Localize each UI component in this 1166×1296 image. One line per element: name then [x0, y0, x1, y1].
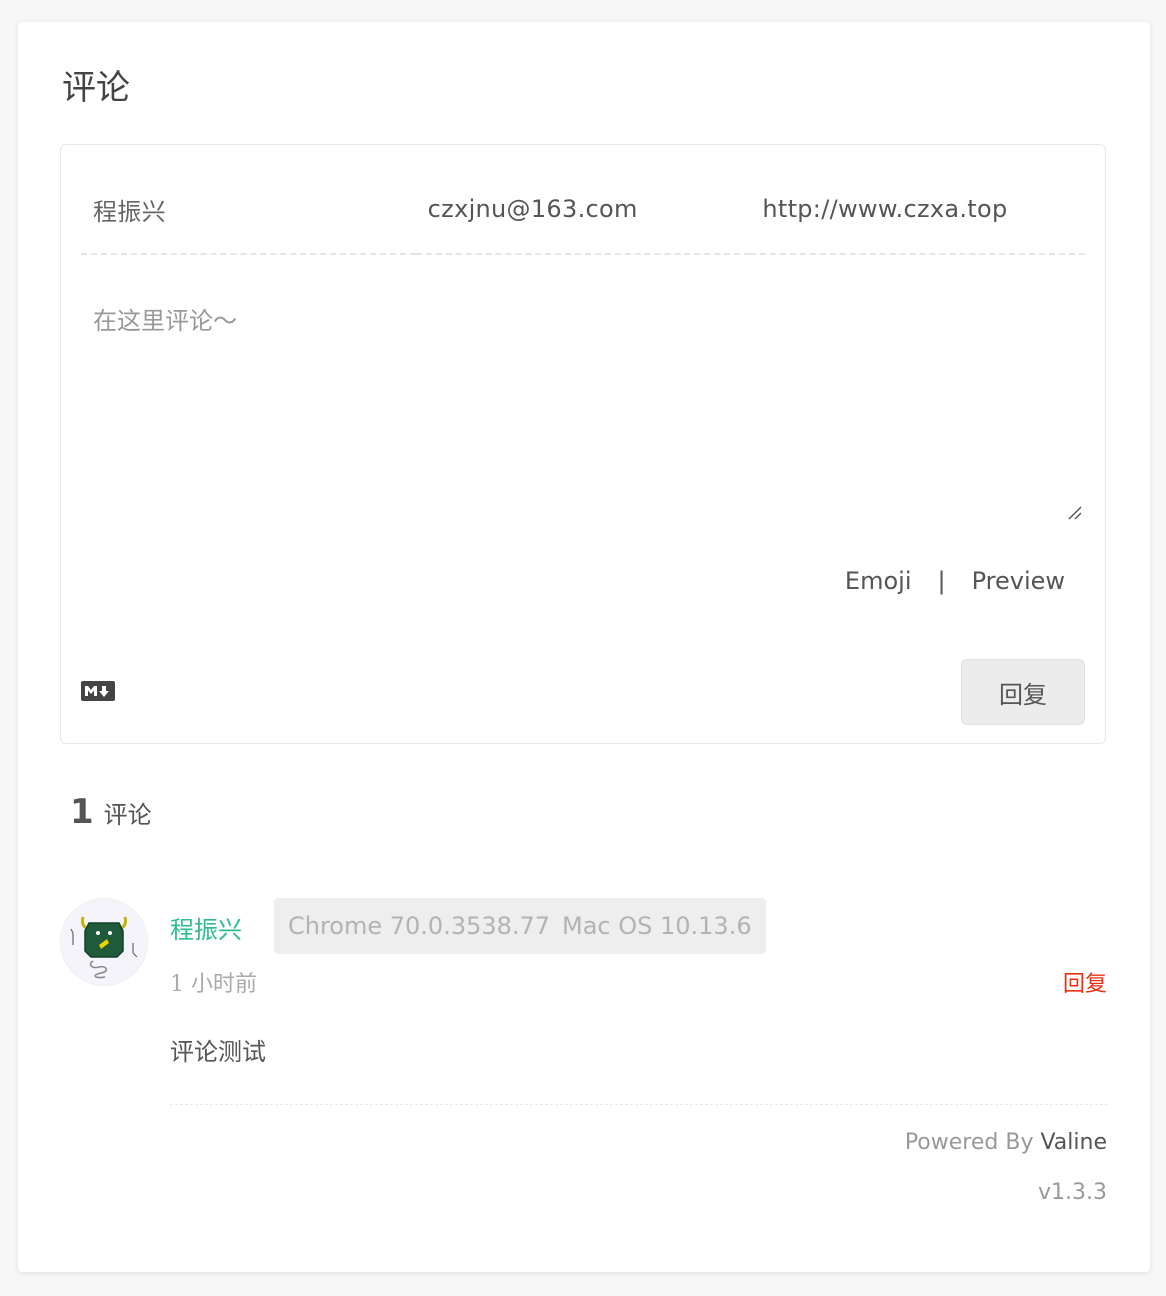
comment-divider: [170, 1104, 1108, 1105]
powered-by-text: Powered By: [904, 1130, 1041, 1155]
comments-panel: 评论 程振兴 czxjnu@163.com http://www.czxa.to…: [18, 22, 1150, 1272]
count-label: 评论: [103, 801, 152, 829]
section-title: 评论: [62, 68, 130, 108]
comment-textarea[interactable]: 在这里评论～: [93, 301, 237, 336]
resize-handle-icon[interactable]: [1067, 505, 1083, 521]
comment-time: 1 小时前: [170, 972, 257, 997]
editor-tools: Emoji | Preview: [845, 567, 1065, 595]
mail-field[interactable]: czxjnu@163.com: [415, 165, 751, 255]
comment-content: 评论测试: [170, 1038, 266, 1066]
reply-link[interactable]: 回复: [1063, 966, 1107, 998]
submit-button[interactable]: 回复: [961, 659, 1085, 725]
powered-by: Powered By Valine: [905, 1130, 1107, 1155]
markdown-icon[interactable]: [81, 681, 115, 701]
form-header-row: 程振兴 czxjnu@163.com http://www.czxa.top: [81, 165, 1086, 255]
preview-button[interactable]: Preview: [972, 567, 1065, 595]
version-label: v1.3.3: [1038, 1180, 1107, 1205]
count-number: 1: [70, 792, 94, 832]
comment-author[interactable]: 程振兴: [170, 910, 242, 945]
nick-field[interactable]: 程振兴: [81, 165, 416, 255]
comment-count: 1 评论: [70, 792, 152, 832]
tool-separator: |: [937, 567, 946, 595]
emoji-button[interactable]: Emoji: [845, 567, 912, 595]
os-badge: Mac OS 10.13.6: [548, 898, 766, 954]
link-field[interactable]: http://www.czxa.top: [750, 165, 1086, 255]
monster-avatar-icon: [61, 899, 147, 985]
browser-badge: Chrome 70.0.3538.77: [274, 898, 565, 954]
valine-link[interactable]: Valine: [1040, 1130, 1107, 1155]
avatar: [60, 898, 148, 986]
comment-editor: 程振兴 czxjnu@163.com http://www.czxa.top 在…: [60, 144, 1106, 744]
